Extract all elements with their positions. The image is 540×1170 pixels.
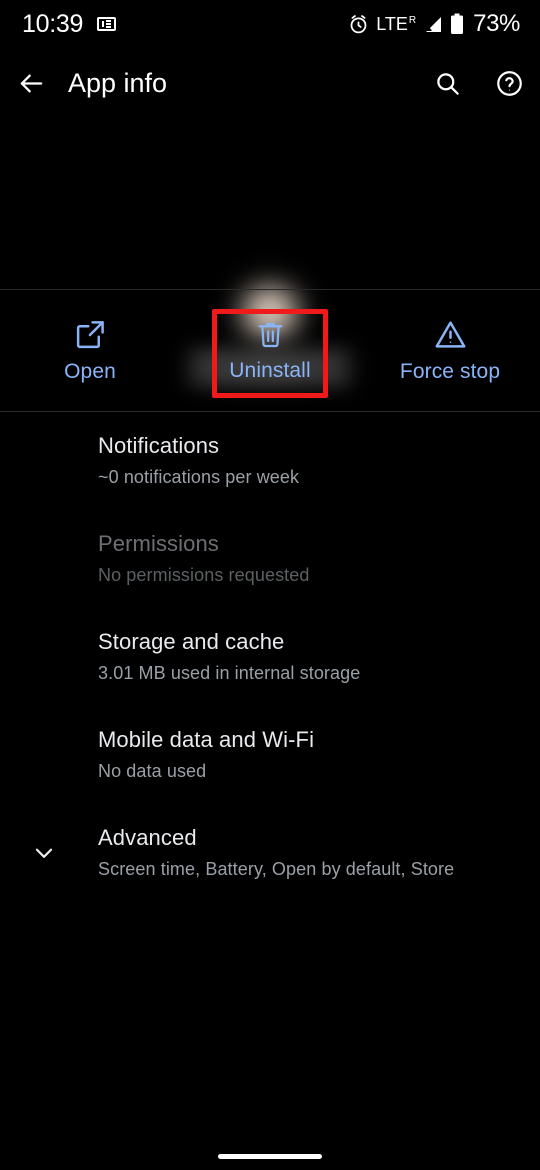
- gesture-nav-pill[interactable]: [218, 1154, 322, 1159]
- help-circle-icon[interactable]: [478, 69, 540, 98]
- list-item-title: Mobile data and Wi-Fi: [98, 727, 315, 752]
- battery-percent-label: 73%: [473, 10, 520, 37]
- list-item-notifications[interactable]: Notifications ~0 notifications per week: [0, 412, 540, 510]
- status-bar-left: 10:39: [22, 9, 117, 38]
- trash-icon: [255, 319, 286, 350]
- app-info-screen: 10:39 LTER 73% App info Open Uninstall F…: [0, 0, 540, 1170]
- settings-list: Notifications ~0 notifications per week …: [0, 412, 540, 902]
- page-title: App info: [68, 67, 168, 98]
- open-button[interactable]: Open: [0, 290, 180, 411]
- list-item-subtitle: ~0 notifications per week: [98, 467, 300, 488]
- list-item-subtitle: 3.01 MB used in internal storage: [98, 663, 361, 684]
- force-stop-button[interactable]: Force stop: [360, 290, 540, 411]
- list-item-title: Notifications: [98, 433, 220, 458]
- open-in-new-icon: [74, 318, 107, 351]
- uninstall-button-label: Uninstall: [229, 358, 311, 382]
- alarm-clock-icon: [348, 14, 369, 35]
- list-item-title: Storage and cache: [98, 629, 285, 654]
- uninstall-button[interactable]: Uninstall: [180, 290, 360, 411]
- force-stop-button-label: Force stop: [399, 359, 501, 383]
- arrow-back-icon[interactable]: [0, 69, 62, 98]
- list-item-advanced[interactable]: Advanced Screen time, Battery, Open by d…: [0, 804, 540, 902]
- status-bar-clock: 10:39: [22, 9, 84, 38]
- status-bar-right: LTER 73%: [348, 12, 520, 36]
- battery-icon: [450, 13, 464, 35]
- chevron-down-icon[interactable]: [24, 840, 64, 866]
- open-button-label: Open: [64, 359, 116, 383]
- list-item-permissions: Permissions No permissions requested: [0, 510, 540, 608]
- list-item-title: Permissions: [98, 531, 219, 556]
- search-icon[interactable]: [416, 70, 478, 97]
- app-bar: App info: [0, 48, 540, 118]
- list-item-mobile-data-and-wifi[interactable]: Mobile data and Wi-Fi No data used: [0, 706, 540, 804]
- list-item-title: Advanced: [98, 825, 197, 850]
- news-card-icon: [97, 17, 117, 31]
- status-bar: 10:39 LTER 73%: [0, 0, 540, 48]
- signal-bars-icon: [423, 15, 443, 34]
- action-row: Open Uninstall Force stop: [0, 290, 540, 411]
- network-type-label: LTER: [376, 14, 417, 34]
- list-item-subtitle: No permissions requested: [98, 565, 310, 586]
- list-item-subtitle: No data used: [98, 761, 207, 782]
- list-item-storage-and-cache[interactable]: Storage and cache 3.01 MB used in intern…: [0, 608, 540, 706]
- list-item-subtitle: Screen time, Battery, Open by default, S…: [98, 859, 455, 880]
- app-header: [0, 120, 540, 387]
- warning-triangle-icon: [434, 318, 467, 351]
